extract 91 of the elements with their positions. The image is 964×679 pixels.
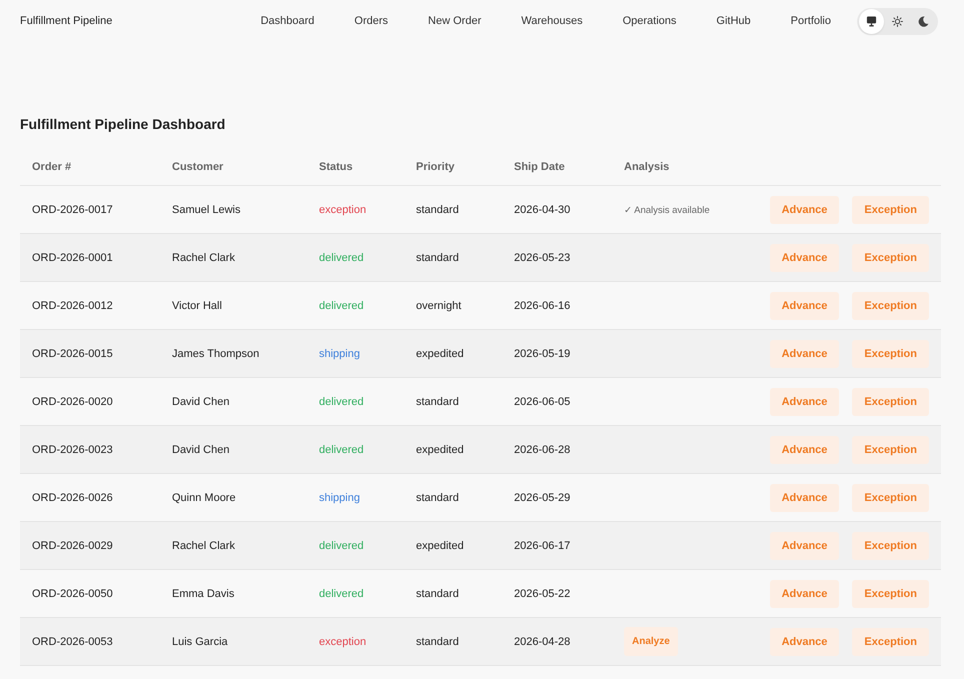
action-button[interactable]: Exception [852,340,929,368]
status-text: delivered [319,588,364,600]
status-text: exception [319,636,366,648]
priority-text: standard [416,588,459,600]
order-number: ORD-2026-0001 [32,252,113,264]
ship-date: 2026-05-22 [514,588,570,600]
order-number: ORD-2026-0015 [32,348,113,360]
action-button[interactable]: Exception [852,388,929,416]
ship-date: 2026-05-19 [514,348,570,360]
status-text: delivered [319,252,364,264]
action-button[interactable]: Advance [770,292,840,320]
status-text: delivered [319,540,364,552]
ship-date: 2026-06-05 [514,396,570,408]
action-button[interactable]: Exception [852,532,929,560]
priority-text: expedited [416,348,464,360]
nav-link[interactable]: Dashboard [260,15,314,27]
priority-text: standard [416,636,459,648]
customer-name: Luis Garcia [172,636,228,648]
action-button[interactable]: Advance [770,340,840,368]
theme-option-button[interactable] [859,8,884,34]
action-button[interactable]: Exception [852,196,929,224]
priority-text: standard [416,492,459,504]
order-number: ORD-2026-0050 [32,588,113,600]
nav-link[interactable]: Operations [622,15,676,27]
column-header: Priority [415,160,456,172]
status-text: exception [319,204,366,216]
action-button[interactable]: Advance [770,484,840,512]
status-text: shipping [319,348,360,360]
ship-date: 2026-04-28 [514,636,570,648]
action-button[interactable]: Advance [770,196,840,224]
status-text: delivered [319,396,364,408]
order-number: ORD-2026-0012 [32,300,113,312]
order-number: ORD-2026-0026 [32,492,113,504]
customer-name: David Chen [172,396,230,408]
action-button[interactable]: Advance [770,244,840,272]
action-button[interactable]: Advance [770,580,840,608]
action-button[interactable]: Exception [852,436,929,464]
moon-icon [918,16,929,26]
action-button[interactable]: Advance [770,436,840,464]
ship-date: 2026-04-30 [514,204,570,216]
customer-name: Victor Hall [172,300,222,312]
ship-date: 2026-05-29 [514,492,570,504]
priority-text: standard [416,252,459,264]
ship-date: 2026-06-17 [514,540,570,552]
ship-date: 2026-05-23 [514,252,570,264]
priority-text: expedited [416,540,464,552]
order-number: ORD-2026-0053 [32,636,113,648]
sun-icon [892,16,903,26]
page-heading: Fulfillment Pipeline Dashboard [20,115,226,134]
action-button[interactable]: Exception [852,244,929,272]
analysis-note: ✓ Analysis available [624,204,710,216]
order-number: ORD-2026-0020 [32,396,113,408]
nav-link[interactable]: Warehouses [521,15,583,27]
customer-name: Emma Davis [172,588,234,600]
action-button[interactable]: Advance [770,388,840,416]
nav-link[interactable]: GitHub [716,15,751,27]
column-header: Order # [31,160,72,172]
customer-name: David Chen [172,444,230,456]
column-header: Ship Date [513,160,566,172]
action-button[interactable]: Advance [770,532,840,560]
ship-date: 2026-06-28 [514,444,570,456]
customer-name: Quinn Moore [172,492,236,504]
column-header: Analysis [623,160,670,172]
brand-title[interactable]: Fulfillment Pipeline [20,15,112,27]
priority-text: expedited [416,444,464,456]
action-button[interactable]: Exception [852,292,929,320]
action-button[interactable]: Exception [852,484,929,512]
order-number: ORD-2026-0017 [32,204,113,216]
ship-date: 2026-06-16 [514,300,570,312]
customer-name: Rachel Clark [172,252,235,264]
nav-link[interactable]: Portfolio [790,15,831,27]
monitor-icon [866,16,877,26]
customer-name: Samuel Lewis [172,204,240,216]
action-button[interactable]: Exception [852,580,929,608]
order-number: ORD-2026-0029 [32,540,113,552]
action-button[interactable]: Advance [770,628,840,656]
priority-text: standard [416,396,459,408]
customer-name: James Thompson [172,348,260,360]
analyze-button[interactable]: Analyze [624,627,678,656]
priority-text: overnight [416,300,462,312]
status-text: delivered [319,300,364,312]
order-number: ORD-2026-0023 [32,444,113,456]
nav-link[interactable]: Orders [354,15,388,27]
priority-text: standard [416,204,459,216]
action-button[interactable]: Exception [852,628,929,656]
status-text: delivered [319,444,364,456]
column-header: Status [318,160,354,172]
customer-name: Rachel Clark [172,540,235,552]
nav-link[interactable]: New Order [428,15,482,27]
status-text: shipping [319,492,360,504]
column-header: Customer [171,160,224,172]
